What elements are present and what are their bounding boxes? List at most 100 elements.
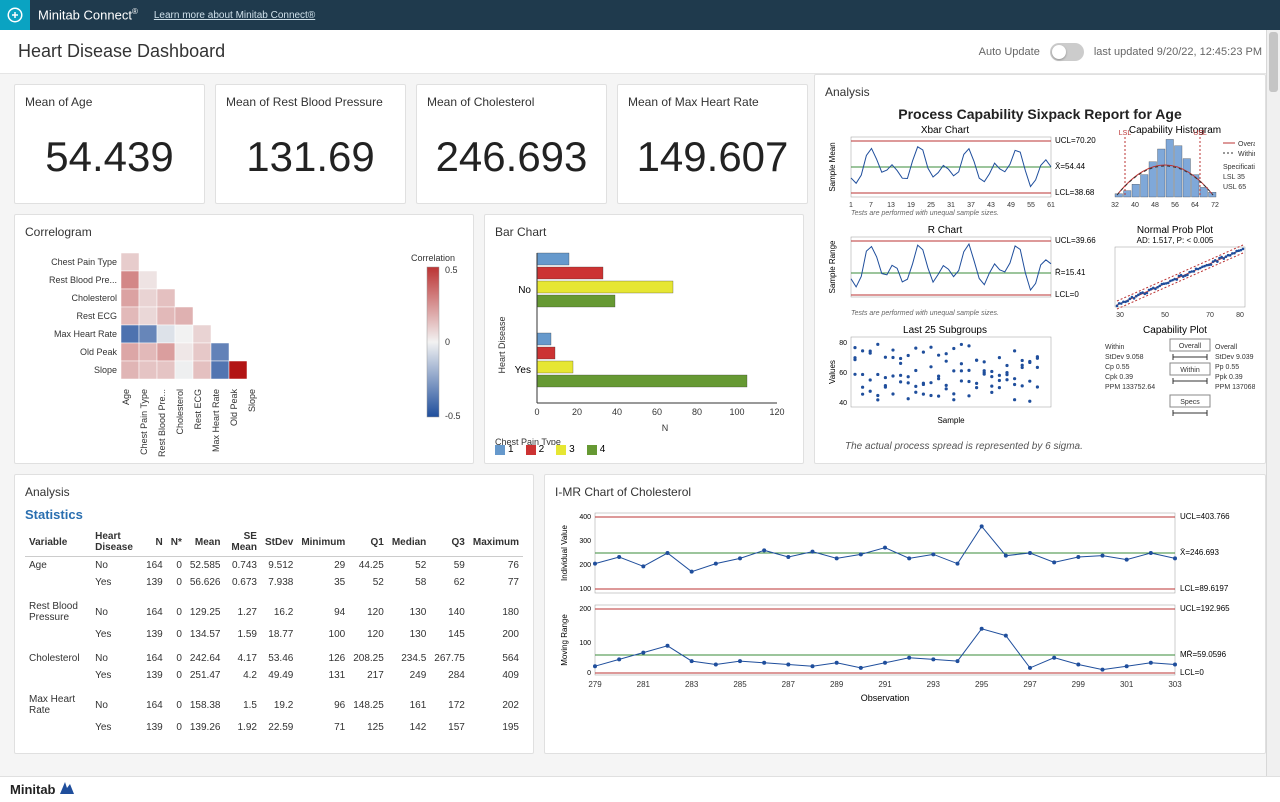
- card-title: Bar Chart: [495, 225, 793, 239]
- svg-text:USL: USL: [1193, 130, 1207, 137]
- svg-text:R̄=15.41: R̄=15.41: [1055, 268, 1086, 277]
- svg-text:Max Heart Rate: Max Heart Rate: [211, 389, 221, 452]
- svg-text:281: 281: [637, 680, 651, 689]
- svg-text:USL 65: USL 65: [1223, 184, 1246, 191]
- svg-text:Capability Plot: Capability Plot: [1143, 325, 1207, 336]
- svg-text:19: 19: [907, 202, 915, 209]
- card-title: Analysis: [25, 485, 523, 499]
- svg-text:80: 80: [839, 340, 847, 347]
- svg-text:30: 30: [1116, 312, 1124, 319]
- svg-text:Slope: Slope: [94, 365, 117, 375]
- svg-text:Yes: Yes: [515, 365, 531, 376]
- svg-text:Ppk 0.39: Ppk 0.39: [1215, 374, 1243, 381]
- svg-text:61: 61: [1047, 202, 1055, 209]
- svg-text:Old Peak: Old Peak: [229, 389, 239, 427]
- svg-text:Individual Value: Individual Value: [560, 525, 569, 581]
- svg-text:Tests are performed with unequ: Tests are performed with unequal sample …: [851, 310, 999, 317]
- svg-text:291: 291: [878, 680, 892, 689]
- svg-text:Tests are performed with unequ: Tests are performed with unequal sample …: [851, 210, 999, 217]
- svg-text:Normal Prob Plot: Normal Prob Plot: [1137, 225, 1213, 236]
- svg-text:283: 283: [685, 680, 699, 689]
- bar-chart[interactable]: NoYes Heart Disease 020406080100120 N Ch…: [495, 245, 795, 445]
- metric-value: 131.69: [226, 115, 395, 193]
- svg-text:LSL 35: LSL 35: [1223, 174, 1245, 181]
- metric-label: Mean of Max Heart Rate: [628, 95, 797, 109]
- svg-text:Specifications: Specifications: [1223, 164, 1255, 171]
- sixpack-chart[interactable]: Process Capability Sixpack Report for Ag…: [825, 105, 1255, 463]
- last-updated-text: last updated 9/20/22, 12:45:23 PM: [1094, 46, 1262, 58]
- svg-text:Cholesterol: Cholesterol: [175, 389, 185, 435]
- svg-text:Rest ECG: Rest ECG: [193, 389, 203, 430]
- svg-text:72: 72: [1211, 202, 1219, 209]
- imr-chart[interactable]: UCL=403.766 X̄=246.693 LCL=89.6197 Indiv…: [555, 505, 1245, 705]
- card-title: Analysis: [825, 85, 1255, 99]
- svg-text:Pp 0.55: Pp 0.55: [1215, 364, 1239, 371]
- svg-text:100: 100: [729, 407, 744, 417]
- svg-text:Chest Pain Type: Chest Pain Type: [51, 257, 117, 267]
- svg-text:StDev 9.039: StDev 9.039: [1215, 354, 1254, 361]
- svg-text:Age: Age: [121, 389, 131, 405]
- brand-logo: [0, 0, 30, 30]
- svg-text:X̄=54.44: X̄=54.44: [1055, 162, 1086, 171]
- svg-text:LCL=89.6197: LCL=89.6197: [1180, 584, 1229, 593]
- svg-text:289: 289: [830, 680, 844, 689]
- svg-text:43: 43: [987, 202, 995, 209]
- brand-name: Minitab Connect®: [38, 7, 138, 22]
- svg-text:Max Heart Rate: Max Heart Rate: [54, 329, 117, 339]
- vertical-scrollbar[interactable]: [1266, 30, 1280, 776]
- svg-text:100: 100: [579, 640, 591, 647]
- svg-text:56: 56: [1171, 202, 1179, 209]
- svg-text:285: 285: [733, 680, 747, 689]
- svg-text:300: 300: [579, 538, 591, 545]
- metric-value: 149.607: [628, 115, 797, 193]
- svg-text:PPM 137068.58: PPM 137068.58: [1215, 384, 1255, 391]
- bar-chart-card: Bar Chart NoYes Heart Disease 0204060801…: [484, 214, 804, 464]
- correlogram-chart[interactable]: Chest Pain Type Rest Blood Pre... Choleste…: [25, 245, 465, 465]
- svg-text:Chest Pain Type: Chest Pain Type: [139, 389, 149, 455]
- svg-text:31: 31: [947, 202, 955, 209]
- auto-update-toggle[interactable]: [1050, 43, 1084, 61]
- svg-text:37: 37: [967, 202, 975, 209]
- footer-brand: Minitab: [10, 782, 56, 797]
- svg-text:40: 40: [1131, 202, 1139, 209]
- svg-text:Cp 0.55: Cp 0.55: [1105, 364, 1130, 371]
- dashboard-content: Mean of Age 54.439 Mean of Rest Blood Pr…: [0, 74, 1280, 774]
- learn-more-link[interactable]: Learn more about Minitab Connect®: [154, 10, 315, 21]
- svg-text:49: 49: [1007, 202, 1015, 209]
- metric-value: 246.693: [427, 115, 596, 193]
- svg-text:200: 200: [579, 562, 591, 569]
- svg-text:100: 100: [579, 586, 591, 593]
- svg-text:200: 200: [579, 606, 591, 613]
- svg-text:Overall: Overall: [1179, 343, 1202, 350]
- svg-text:64: 64: [1191, 202, 1199, 209]
- svg-text:Sample: Sample: [937, 416, 965, 425]
- svg-text:120: 120: [769, 407, 784, 417]
- stats-title: Statistics: [25, 507, 523, 522]
- svg-text:40: 40: [612, 407, 622, 417]
- svg-text:287: 287: [782, 680, 796, 689]
- svg-text:PPM 133752.64: PPM 133752.64: [1105, 384, 1155, 391]
- svg-text:Within: Within: [1105, 344, 1125, 351]
- svg-text:Within: Within: [1180, 367, 1200, 374]
- page-title: Heart Disease Dashboard: [18, 41, 225, 62]
- svg-text:299: 299: [1072, 680, 1086, 689]
- sixpack-footer: The actual process spread is represented…: [845, 441, 1083, 452]
- svg-text:LCL=38.68: LCL=38.68: [1055, 188, 1095, 197]
- metric-label: Mean of Cholesterol: [427, 95, 596, 109]
- svg-text:60: 60: [652, 407, 662, 417]
- svg-text:No: No: [518, 285, 531, 296]
- svg-text:Cholesterol: Cholesterol: [71, 293, 117, 303]
- svg-text:Rest Blood Pre...: Rest Blood Pre...: [49, 275, 117, 285]
- svg-text:295: 295: [975, 680, 989, 689]
- top-bar: Minitab Connect® Learn more about Minita…: [0, 0, 1280, 30]
- svg-text:0: 0: [534, 407, 539, 417]
- svg-text:UCL=192.965: UCL=192.965: [1180, 604, 1230, 613]
- svg-text:MR̄=59.0596: MR̄=59.0596: [1180, 650, 1227, 659]
- svg-text:Slope: Slope: [247, 389, 257, 412]
- svg-text:48: 48: [1151, 202, 1159, 209]
- metric-card-bp: Mean of Rest Blood Pressure 131.69: [215, 84, 406, 204]
- svg-text:R Chart: R Chart: [928, 225, 963, 236]
- sixpack-title: Process Capability Sixpack Report for Ag…: [898, 106, 1182, 122]
- svg-text:Capability Histogram: Capability Histogram: [1129, 125, 1221, 136]
- svg-text:80: 80: [692, 407, 702, 417]
